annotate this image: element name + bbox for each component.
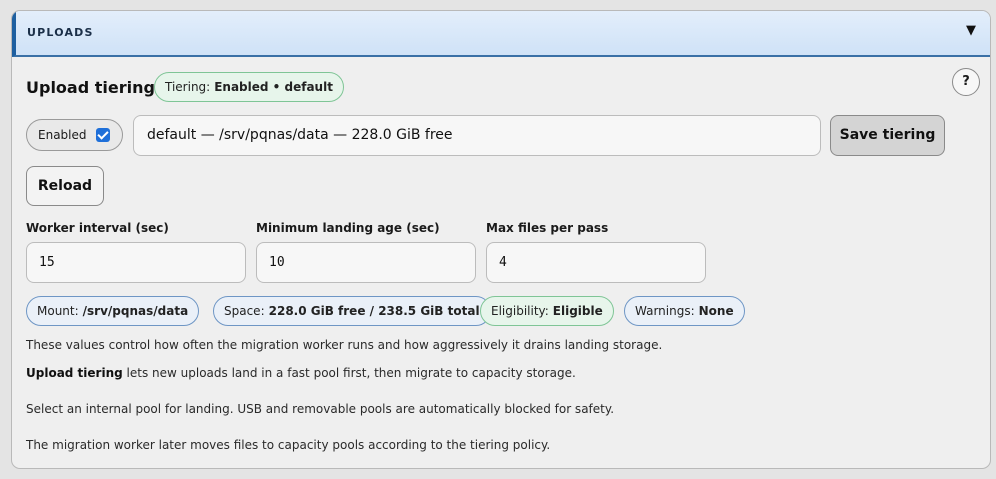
help-text-tiering-rest: lets new uploads land in a fast pool fir… — [122, 366, 576, 380]
help-text-tiering-bold: Upload tiering — [26, 366, 123, 380]
space-value: 228.0 GiB free / 238.5 GiB total — [268, 304, 480, 318]
space-badge: Space: 228.0 GiB free / 238.5 GiB total — [213, 296, 491, 326]
enabled-toggle[interactable]: Enabled — [26, 119, 123, 151]
uploads-panel: UPLOADS ▼ ? Upload tiering Tiering: Enabl… — [11, 10, 991, 469]
enabled-checkbox[interactable] — [96, 128, 110, 142]
worker-interval-label: Worker interval (sec) — [26, 221, 169, 235]
eligibility-value: Eligible — [552, 304, 603, 318]
tiering-badge-value: Enabled • default — [214, 80, 333, 94]
tiering-badge-label: Tiering: — [165, 80, 211, 94]
min-landing-age-input[interactable]: 10 — [256, 242, 476, 283]
warnings-label: Warnings: — [635, 304, 695, 318]
mount-badge: Mount:/srv/pqnas/data — [26, 296, 200, 326]
mount-value: /srv/pqnas/data — [82, 304, 189, 318]
help-button[interactable]: ? — [952, 68, 980, 96]
help-text-landing: Select an internal pool for landing. USB… — [26, 402, 615, 416]
landing-pool-select[interactable]: default — /srv/pqnas/data — 228.0 GiB fr… — [133, 115, 821, 156]
tiering-status-badge: Tiering: Enabled • default — [154, 72, 344, 102]
save-tiering-button[interactable]: Save tiering — [830, 115, 945, 156]
reload-button[interactable]: Reload — [26, 166, 104, 206]
enabled-label: Enabled — [38, 128, 87, 142]
warnings-value: None — [698, 304, 734, 318]
help-text-tiering: Upload tiering lets new uploads land in … — [26, 366, 576, 380]
worker-interval-input[interactable]: 15 — [26, 242, 246, 283]
help-text-migration: The migration worker later moves files t… — [26, 438, 551, 452]
max-files-label: Max files per pass — [486, 221, 609, 235]
panel-header[interactable]: UPLOADS ▼ — [12, 11, 990, 57]
eligibility-badge: Eligibility: Eligible — [480, 296, 614, 326]
space-label: Space: — [224, 304, 265, 318]
min-landing-age-label: Minimum landing age (sec) — [256, 221, 440, 235]
warnings-badge: Warnings: None — [624, 296, 745, 326]
mount-label: Mount: — [37, 304, 79, 318]
triangle-down-icon[interactable]: ▼ — [966, 23, 976, 38]
help-text-values: These values control how often the migra… — [26, 338, 663, 352]
section-title: Upload tiering — [26, 78, 155, 97]
eligibility-label: Eligibility: — [491, 304, 549, 318]
max-files-input[interactable]: 4 — [486, 242, 706, 283]
panel-title: UPLOADS — [27, 26, 94, 39]
